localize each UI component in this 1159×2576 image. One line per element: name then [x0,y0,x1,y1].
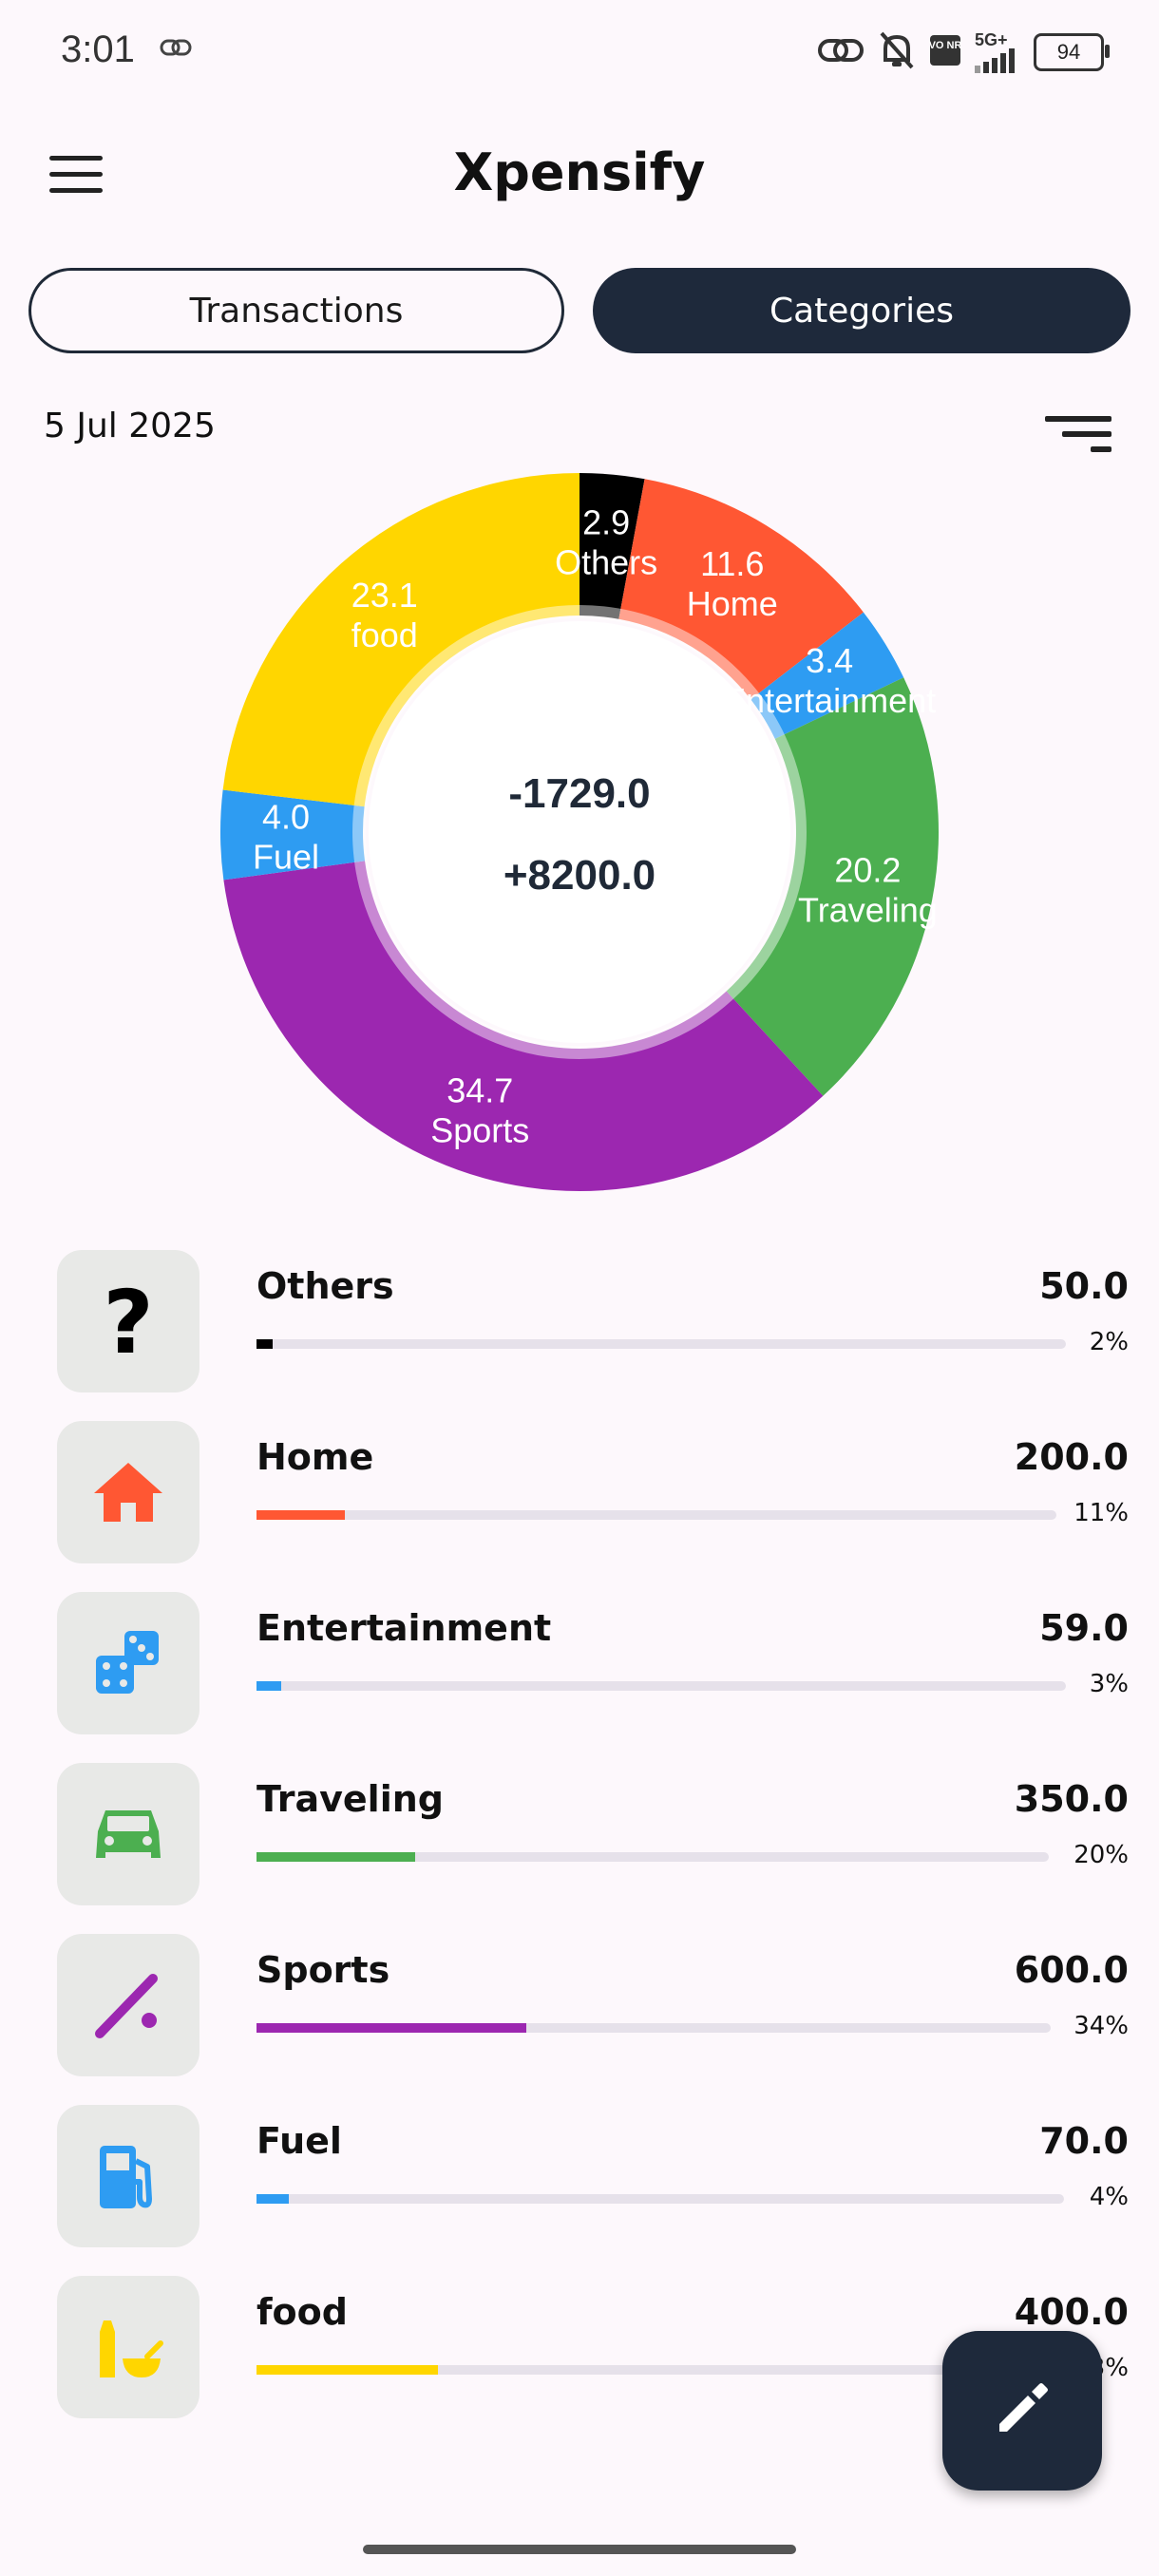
category-progress [256,1681,1066,1691]
app-title: Xpensify [453,142,706,202]
category-row-home[interactable]: Home 200.0 11% [0,1415,1159,1567]
donut-label-fuel: 4.0 Fuel [253,797,319,876]
category-progress [256,1510,1056,1520]
category-amount: 600.0 [1014,1949,1129,1991]
category-progress-fill [256,1852,415,1862]
house-icon [57,1421,200,1563]
category-row-sports[interactable]: Sports 600.0 34% [0,1928,1159,2080]
category-name: Others [256,1265,394,1307]
category-row-fuel[interactable]: Fuel 70.0 4% [0,2099,1159,2251]
network-type: 5G+ [975,30,1008,49]
category-progress [256,2365,1045,2375]
link-icon [817,33,864,71]
category-progress-fill [256,1339,274,1349]
signal-icon: 5G+ [975,31,1020,73]
category-amount: 200.0 [1014,1436,1129,1478]
home-indicator [363,2545,796,2554]
category-amount: 350.0 [1014,1778,1129,1820]
battery-indicator: 94 [1034,33,1110,71]
category-amount: 70.0 [1039,2120,1129,2162]
category-progress-fill [256,2023,527,2033]
question-mark-icon: ? [57,1250,200,1392]
svg-text:?: ? [103,1279,153,1364]
category-percent: 20% [1074,1841,1129,1869]
fuel-pump-icon [57,2105,200,2247]
category-name: Entertainment [256,1607,552,1649]
dice-icon [57,1592,200,1734]
status-bar: 3:01 VO NR 5G+ 94 [0,0,1159,104]
edit-fab-button[interactable] [942,2331,1102,2491]
status-time: 3:01 [61,28,135,70]
category-amount: 59.0 [1039,1607,1129,1649]
category-row-entertainment[interactable]: Entertainment 59.0 3% [0,1586,1159,1738]
category-name: Traveling [256,1778,444,1820]
category-progress [256,1339,1066,1349]
category-progress-fill [256,2365,438,2375]
bell-off-icon [878,29,916,75]
baseball-icon [57,1934,200,2076]
category-name: Home [256,1436,374,1478]
donut-label-home: 11.6 Home [687,544,778,623]
donut-label-food: 23.1 food [352,576,418,654]
pencil-icon [992,2378,1053,2443]
tab-categories[interactable]: Categories [593,268,1130,353]
volte-text: VO NR [929,40,961,51]
app-bar: Xpensify [0,123,1159,228]
category-name: Sports [256,1949,390,1991]
link-icon [160,38,192,61]
category-percent: 4% [1089,2183,1129,2211]
category-row-traveling[interactable]: Traveling 350.0 20% [0,1757,1159,1909]
date-label: 5 Jul 2025 [44,407,216,445]
tab-transactions[interactable]: Transactions [28,268,564,353]
income-total: +8200.0 [504,852,656,899]
category-amount: 50.0 [1039,1265,1129,1307]
category-percent: 11% [1074,1499,1129,1527]
category-progress-fill [256,1681,281,1691]
food-icon [57,2276,200,2418]
volte-icon: VO NR [929,34,961,70]
category-row-others[interactable]: ? Others 50.0 2% [0,1244,1159,1396]
category-progress [256,2194,1064,2204]
category-name: food [256,2291,348,2333]
category-progress-fill [256,1510,345,1520]
category-percent: 34% [1074,2012,1129,2040]
expense-total: -1729.0 [508,770,650,817]
category-progress [256,1852,1049,1862]
category-progress [256,2023,1051,2033]
status-icons: VO NR 5G+ 94 [817,28,1110,76]
category-donut-chart[interactable]: 2.9 Others 11.6 Home3.4 Entertainment20.2 Tra… [0,446,1159,1206]
category-progress-fill [256,2194,289,2204]
category-percent: 3% [1089,1670,1129,1698]
category-percent: 2% [1089,1328,1129,1356]
category-amount: 400.0 [1014,2291,1129,2333]
category-name: Fuel [256,2120,342,2162]
car-icon [57,1763,200,1905]
